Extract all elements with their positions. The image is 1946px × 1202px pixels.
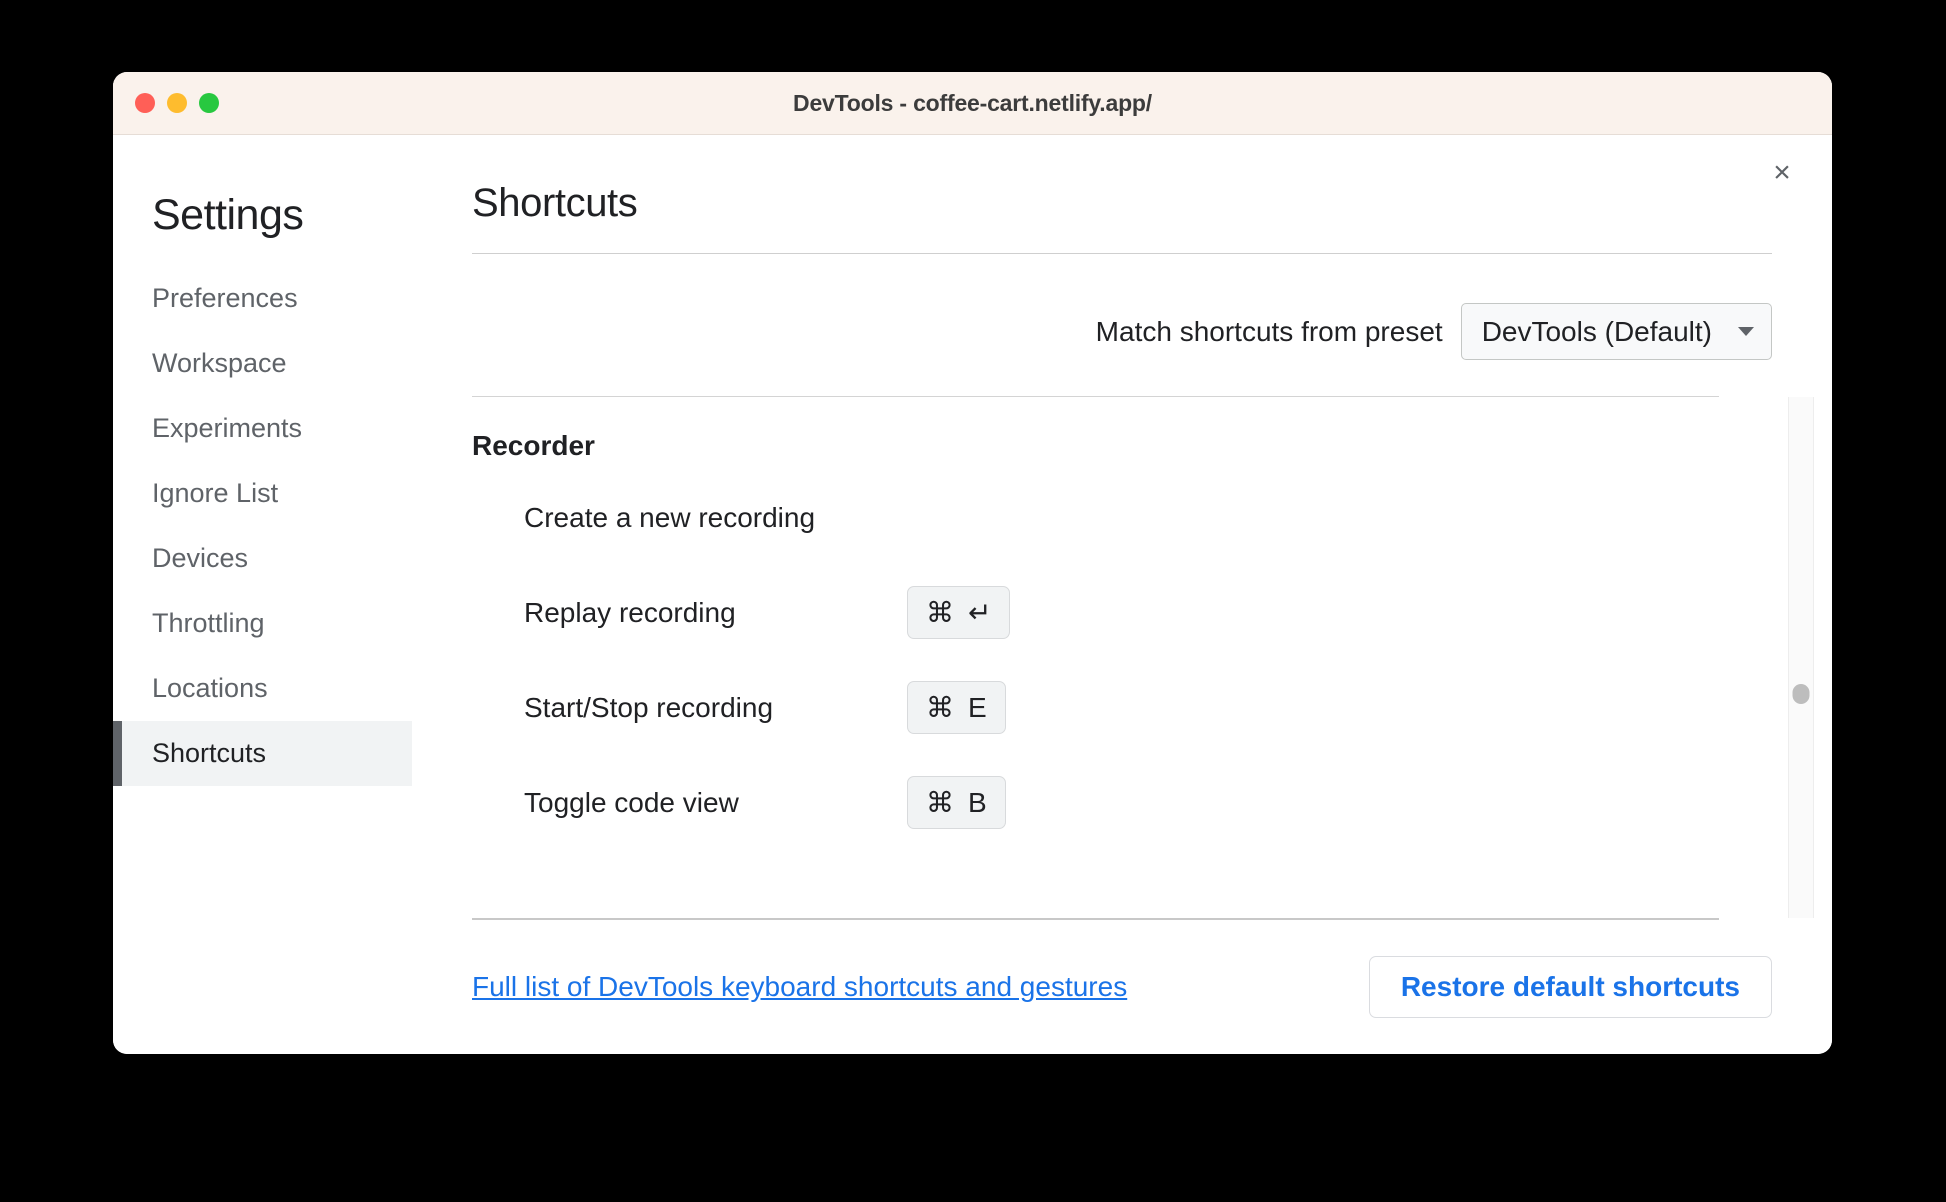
key-cap: E xyxy=(968,692,987,723)
sidebar-item-label: Experiments xyxy=(152,413,303,443)
key-chip[interactable]: ⌘ ↵ xyxy=(907,586,1011,639)
key-cap: ⌘ xyxy=(926,597,954,628)
devtools-window: DevTools - coffee-cart.netlify.app/ Sett… xyxy=(113,72,1832,1054)
full-shortcuts-list-link[interactable]: Full list of DevTools keyboard shortcuts… xyxy=(472,971,1127,1003)
sidebar-item-label: Preferences xyxy=(152,283,298,313)
sidebar-item-label: Devices xyxy=(152,543,249,573)
key-cap: B xyxy=(968,787,987,818)
preset-row: Match shortcuts from preset DevTools (De… xyxy=(412,254,1832,360)
sidebar-item-label: Shortcuts xyxy=(152,738,267,768)
sidebar-item-devices[interactable]: Devices xyxy=(113,526,412,591)
page-title: Shortcuts xyxy=(472,181,638,225)
shortcut-name: Start/Stop recording xyxy=(524,691,774,723)
preset-label: Match shortcuts from preset xyxy=(1095,315,1443,347)
shortcut-row[interactable]: Start/Stop recording ⌘ E xyxy=(472,660,1719,755)
shortcut-row[interactable]: Create a new recording xyxy=(472,470,1719,565)
close-icon[interactable]: × xyxy=(1762,153,1802,193)
sidebar-title: Settings xyxy=(152,191,304,239)
sidebar-item-label: Ignore List xyxy=(152,478,279,508)
content-footer: Full list of DevTools keyboard shortcuts… xyxy=(412,920,1832,1054)
shortcut-keys: ⌘ ↵ xyxy=(907,586,1011,639)
sidebar-item-label: Throttling xyxy=(152,608,265,638)
sidebar-item-locations[interactable]: Locations xyxy=(113,656,412,721)
window-title: DevTools - coffee-cart.netlify.app/ xyxy=(793,89,1152,116)
sidebar-item-ignore-list[interactable]: Ignore List xyxy=(113,461,412,526)
shortcut-keys: ⌘ B xyxy=(907,776,1006,829)
scrollbar-thumb[interactable] xyxy=(1792,683,1810,704)
sidebar-item-shortcuts[interactable]: Shortcuts xyxy=(113,721,412,786)
shortcut-name: Create a new recording xyxy=(524,501,816,533)
key-cap: ↵ xyxy=(968,597,992,628)
traffic-lights xyxy=(135,93,219,113)
key-chip[interactable]: ⌘ E xyxy=(907,681,1006,734)
shortcuts-scroll-area: Recorder Create a new recording Replay r… xyxy=(412,396,1832,920)
sidebar-item-label: Workspace xyxy=(152,348,287,378)
shortcut-name: Toggle code view xyxy=(524,786,739,818)
settings-content: × Shortcuts Match shortcuts from preset … xyxy=(412,135,1832,1054)
window-body: Settings Preferences Workspace Experimen… xyxy=(113,135,1832,1054)
key-cap: ⌘ xyxy=(926,787,954,818)
sidebar-item-workspace[interactable]: Workspace xyxy=(113,331,412,396)
sidebar-item-experiments[interactable]: Experiments xyxy=(113,396,412,461)
shortcut-row[interactable]: Toggle code view ⌘ B xyxy=(472,755,1719,850)
sidebar-item-label: Locations xyxy=(152,673,268,703)
chevron-down-icon xyxy=(1738,327,1754,336)
content-header: Shortcuts xyxy=(412,135,1832,254)
preset-select[interactable]: DevTools (Default) xyxy=(1460,303,1772,360)
shortcut-list: Recorder Create a new recording Replay r… xyxy=(472,397,1719,918)
vertical-scrollbar[interactable] xyxy=(1788,397,1814,918)
key-chip[interactable]: ⌘ B xyxy=(907,776,1006,829)
restore-default-shortcuts-button[interactable]: Restore default shortcuts xyxy=(1368,956,1772,1018)
maximize-window-button[interactable] xyxy=(199,93,219,113)
shortcut-row[interactable]: Replay recording ⌘ ↵ xyxy=(472,565,1719,660)
sidebar-item-preferences[interactable]: Preferences xyxy=(113,266,412,331)
window-titlebar: DevTools - coffee-cart.netlify.app/ xyxy=(113,72,1832,135)
minimize-window-button[interactable] xyxy=(167,93,187,113)
preset-selected-value: DevTools (Default) xyxy=(1481,315,1712,347)
scroll-bottom-divider xyxy=(472,918,1719,920)
screen: DevTools - coffee-cart.netlify.app/ Sett… xyxy=(0,0,1946,1202)
shortcut-group-title: Recorder xyxy=(472,430,595,461)
key-cap: ⌘ xyxy=(926,692,954,723)
sidebar-item-throttling[interactable]: Throttling xyxy=(113,591,412,656)
shortcut-name: Replay recording xyxy=(524,596,736,628)
settings-sidebar: Settings Preferences Workspace Experimen… xyxy=(113,135,412,1054)
shortcut-keys: ⌘ E xyxy=(907,681,1006,734)
close-window-button[interactable] xyxy=(135,93,155,113)
